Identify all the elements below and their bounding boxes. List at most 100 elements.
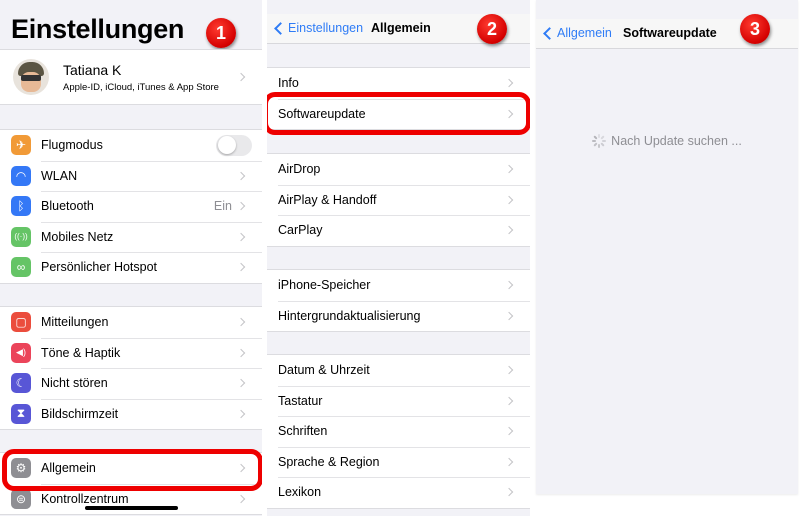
chevron-right-icon bbox=[236, 72, 246, 82]
row-label: Flugmodus bbox=[41, 138, 103, 153]
moon-icon: ☾ bbox=[11, 373, 31, 394]
chevron-right-icon bbox=[504, 427, 514, 436]
airplane-mode-toggle[interactable] bbox=[216, 134, 252, 156]
row-label: Nicht stören bbox=[41, 376, 108, 391]
row-label: Schriften bbox=[278, 424, 328, 439]
connectivity-group: ✈ Flugmodus ◠ WLAN ᛒ Bluetooth Ein ((·)) Mobiles… bbox=[0, 129, 262, 284]
settings-row[interactable]: ᛒ Bluetooth Ein bbox=[0, 191, 262, 222]
hotspot-icon: ∞ bbox=[11, 257, 31, 278]
chevron-right-icon bbox=[236, 263, 246, 272]
settings-row[interactable]: Tastatur bbox=[267, 385, 530, 417]
page-title: Einstellungen bbox=[11, 14, 185, 44]
row-label: Kontrollzentrum bbox=[41, 491, 129, 506]
chevron-right-icon bbox=[236, 379, 246, 388]
settings-row[interactable]: ◠ WLAN bbox=[0, 160, 262, 192]
hourglass-icon: ⧗ bbox=[11, 403, 31, 424]
home-indicator bbox=[85, 506, 178, 510]
row-label: Bildschirmzeit bbox=[41, 406, 119, 421]
settings-row[interactable]: Sprache & Region bbox=[267, 446, 530, 478]
chevron-right-icon bbox=[504, 226, 514, 235]
row-label: Töne & Haptik bbox=[41, 345, 121, 360]
chevron-right-icon bbox=[504, 195, 514, 204]
chevron-right-icon bbox=[236, 348, 246, 357]
step-badge-3: 3 bbox=[740, 14, 770, 44]
settings-row[interactable]: iPhone-Speicher bbox=[267, 270, 530, 301]
row-label: WLAN bbox=[41, 168, 78, 183]
update-status: Nach Update suchen ... bbox=[536, 134, 798, 148]
settings-row[interactable]: ✈ Flugmodus bbox=[0, 130, 262, 161]
row-label: Mobiles Netz bbox=[41, 229, 114, 244]
chevron-right-icon bbox=[504, 366, 514, 375]
settings-row[interactable]: ▢ Mitteilungen bbox=[0, 307, 262, 338]
row-label: Softwareupdate bbox=[278, 106, 366, 121]
settings-row[interactable]: ⧗ Bildschirmzeit bbox=[0, 398, 262, 430]
row-label: CarPlay bbox=[278, 223, 323, 238]
softwareupdate-panel: Allgemein Softwareupdate 3 Nach Update s… bbox=[536, 0, 798, 494]
step-badge-1: 1 bbox=[206, 18, 236, 48]
airplane-icon: ✈ bbox=[11, 135, 31, 156]
row-label: AirDrop bbox=[278, 162, 321, 177]
chevron-right-icon bbox=[504, 488, 514, 497]
nav-title: Allgemein bbox=[371, 21, 431, 35]
settings-row[interactable]: ∞ Persönlicher Hotspot bbox=[0, 252, 262, 283]
row-label: iPhone-Speicher bbox=[278, 278, 371, 293]
chevron-right-icon bbox=[236, 202, 246, 211]
back-button[interactable]: Allgemein bbox=[542, 26, 612, 40]
settings-row[interactable]: ☾ Nicht stören bbox=[0, 368, 262, 399]
info-group: Info Softwareupdate bbox=[267, 67, 530, 130]
chevron-right-icon bbox=[504, 311, 514, 320]
chevron-right-icon bbox=[504, 79, 514, 88]
settings-row[interactable]: ⚙ Allgemein bbox=[0, 453, 262, 484]
notifications-group: ▢ Mitteilungen ◀) Töne & Haptik ☾ Nicht störe… bbox=[0, 306, 262, 430]
row-label: Bluetooth bbox=[41, 199, 94, 214]
chevron-left-icon bbox=[274, 21, 287, 35]
status-text: Nach Update suchen ... bbox=[611, 134, 742, 148]
settings-row[interactable]: Softwareupdate bbox=[267, 98, 530, 130]
general-panel: Einstellungen Allgemein 2 Info Softwareup… bbox=[267, 0, 530, 516]
bluetooth-icon: ᛒ bbox=[11, 196, 31, 217]
settings-row[interactable]: AirDrop bbox=[267, 154, 530, 185]
settings-row[interactable]: AirPlay & Handoff bbox=[267, 184, 530, 216]
antenna-icon: ((·)) bbox=[11, 226, 31, 247]
profile-subtitle: Apple-ID, iCloud, iTunes & App Store bbox=[63, 81, 219, 93]
chevron-right-icon bbox=[236, 318, 246, 327]
row-label: Tastatur bbox=[278, 393, 323, 408]
row-label: Sprache & Region bbox=[278, 454, 380, 469]
settings-panel: Einstellungen 1 Tatiana K Apple-ID, iClo… bbox=[0, 0, 262, 516]
chevron-right-icon bbox=[236, 464, 246, 473]
row-label: Allgemein bbox=[41, 461, 96, 476]
settings-row[interactable]: Info bbox=[267, 68, 530, 99]
chevron-left-icon bbox=[543, 26, 556, 40]
settings-row[interactable]: ((·)) Mobiles Netz bbox=[0, 221, 262, 253]
back-label: Allgemein bbox=[557, 26, 612, 40]
nav-title: Softwareupdate bbox=[623, 26, 717, 40]
speaker-icon: ◀) bbox=[11, 342, 31, 363]
settings-row[interactable]: Schriften bbox=[267, 416, 530, 447]
settings-row[interactable]: CarPlay bbox=[267, 215, 530, 246]
chevron-right-icon bbox=[236, 232, 246, 241]
chevron-right-icon bbox=[236, 171, 246, 180]
back-button[interactable]: Einstellungen bbox=[273, 21, 363, 35]
back-label: Einstellungen bbox=[288, 21, 364, 35]
settings-row[interactable]: Lexikon bbox=[267, 477, 530, 508]
switches-icon: ⊜ bbox=[11, 488, 31, 509]
step-badge-2: 2 bbox=[477, 14, 507, 44]
gear-icon: ⚙ bbox=[11, 458, 31, 479]
row-label: Datum & Uhrzeit bbox=[278, 363, 370, 378]
date-group: Datum & Uhrzeit Tastatur Schriften Sprache … bbox=[267, 354, 530, 509]
apple-id-profile[interactable]: Tatiana K Apple-ID, iCloud, iTunes & App… bbox=[0, 49, 262, 105]
chevron-right-icon bbox=[504, 281, 514, 290]
row-detail: Ein bbox=[213, 199, 232, 214]
row-label: Info bbox=[278, 76, 299, 91]
row-label: AirPlay & Handoff bbox=[278, 192, 377, 207]
row-label: Persönlicher Hotspot bbox=[41, 260, 158, 275]
avatar bbox=[13, 59, 49, 95]
row-label: Hintergrundaktualisierung bbox=[278, 308, 421, 323]
airdrop-group: AirDrop AirPlay & Handoff CarPlay bbox=[267, 153, 530, 247]
spinner-icon bbox=[592, 134, 607, 148]
chevron-right-icon bbox=[504, 109, 514, 118]
settings-row[interactable]: ◀) Töne & Haptik bbox=[0, 337, 262, 369]
settings-row[interactable]: Datum & Uhrzeit bbox=[267, 355, 530, 386]
settings-row[interactable]: Hintergrundaktualisierung bbox=[267, 300, 530, 332]
chevron-right-icon bbox=[504, 396, 514, 405]
